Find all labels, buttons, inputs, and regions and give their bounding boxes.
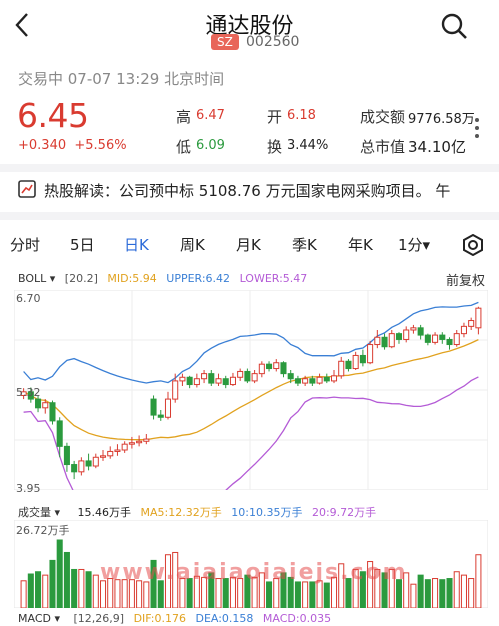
volume-bar [417, 574, 424, 608]
volume-bar [63, 551, 70, 608]
volume-bar [432, 578, 439, 608]
volume-bar [71, 568, 78, 608]
volume-bar [460, 574, 467, 608]
volume-bar [468, 578, 475, 608]
open-value: 6.18 [287, 108, 316, 123]
boll-upper: UPPER:6.42 [166, 272, 231, 285]
mcap-label: 总市值 [360, 138, 406, 156]
volume-bar [20, 580, 27, 608]
news-banner[interactable]: 热股解读：公司预中标 5108.76 万元国家电网采购项目。 午 [44, 180, 450, 201]
volume-bar [446, 578, 453, 608]
macd-dif: DIF:0.176 [133, 612, 186, 625]
boll-param: [20.2] [64, 272, 98, 285]
volume-max-label: 26.72万手 [16, 524, 70, 537]
tab-yearly-k[interactable]: 年K [348, 234, 373, 255]
volume-header: 成交量 ▾ 15.46万手 MA5:12.32万手 10:10.35万手 20:… [18, 504, 376, 520]
volume-bar [266, 581, 273, 608]
boll-name[interactable]: BOLL ▾ [18, 272, 55, 285]
volume-bar [92, 574, 99, 608]
volume-ma5: MA5:12.32万手 [140, 506, 222, 519]
volume-bar [302, 581, 309, 608]
tab-daily-k[interactable]: 日K [124, 234, 149, 255]
boll-header: BOLL ▾ [20.2] MID:5.94 UPPER:6.42 LOWER:… [18, 272, 307, 285]
watermark: www.aiaiaoiaiejs.com [100, 560, 408, 585]
divider [0, 164, 499, 172]
tab-5day[interactable]: 5日 [70, 234, 95, 255]
y-max-label: 6.70 [16, 292, 41, 305]
last-price: 6.45 [17, 96, 89, 135]
amount-value: 9776.58万 [408, 112, 475, 127]
more-icon[interactable] [470, 114, 484, 142]
volume-bar [309, 581, 316, 608]
period-tabs: 分时 5日 日K 周K 月K 季K 年K 1分▾ [0, 233, 499, 257]
volume-bar [78, 568, 85, 608]
volume-bar [475, 554, 482, 608]
volume-bar [410, 583, 417, 608]
volume-bar [42, 574, 49, 608]
volume-name[interactable]: 成交量 ▾ [18, 506, 60, 519]
low-value: 6.09 [196, 138, 225, 153]
volume-bar [35, 571, 42, 608]
macd-dea: DEA:0.158 [195, 612, 254, 625]
tab-intraday[interactable]: 分时 [10, 234, 40, 255]
kline-chart[interactable] [14, 290, 488, 490]
volume-bar [424, 579, 431, 608]
change-value: +0.340 [18, 138, 67, 153]
volume-ma20: 20:9.72万手 [311, 506, 377, 519]
trading-status: 交易中 07-07 13:29 北京时间 [18, 70, 225, 88]
stock-code: 002560 [246, 34, 300, 50]
tab-weekly-k[interactable]: 周K [180, 234, 205, 255]
low-label: 低 [176, 138, 192, 156]
boll-lower: LOWER:5.47 [239, 272, 308, 285]
open-label: 开 [267, 108, 283, 126]
y-mid-label: 5.32 [16, 386, 41, 399]
price-change: +0.340 +5.56% [18, 138, 127, 153]
tab-quarterly-k[interactable]: 季K [292, 234, 317, 255]
volume-bar [294, 581, 301, 608]
volume-bar [85, 571, 92, 608]
boll-mid: MID:5.94 [107, 272, 157, 285]
high-value: 6.47 [196, 108, 225, 123]
high-label: 高 [176, 108, 192, 126]
turnover-label: 换 [267, 138, 283, 156]
market-badge: SZ [211, 34, 239, 50]
amount-label: 成交额 [360, 108, 406, 126]
macd-param: [12,26,9] [73, 612, 125, 625]
volume-bar [56, 539, 63, 608]
volume-bar [49, 559, 56, 608]
volume-bar [323, 582, 330, 608]
tab-minute[interactable]: 1分▾ [398, 234, 430, 255]
divider [0, 212, 499, 220]
volume-bar [27, 573, 34, 608]
settings-icon[interactable] [462, 233, 484, 260]
news-icon [18, 180, 36, 202]
mcap-value: 34.10亿 [408, 138, 466, 156]
change-percent: +5.56% [74, 138, 127, 153]
y-min-label: 3.95 [16, 482, 41, 495]
macd-value: MACD:0.035 [262, 612, 332, 625]
volume-bar [143, 581, 150, 608]
macd-header: MACD ▾ [12,26,9] DIF:0.176 DEA:0.158 MAC… [18, 612, 331, 625]
turnover-value: 3.44% [287, 138, 329, 153]
volume-bar [453, 571, 460, 608]
volume-bar [439, 579, 446, 608]
volume-ma10: 10:10.35万手 [231, 506, 303, 519]
volume-value: 15.46万手 [77, 506, 132, 519]
macd-name[interactable]: MACD ▾ [18, 612, 60, 625]
search-icon[interactable] [440, 12, 468, 44]
candle [49, 400, 56, 425]
tab-monthly-k[interactable]: 月K [236, 234, 261, 255]
candle [367, 340, 374, 365]
adjust-mode[interactable]: 前复权 [446, 270, 485, 289]
